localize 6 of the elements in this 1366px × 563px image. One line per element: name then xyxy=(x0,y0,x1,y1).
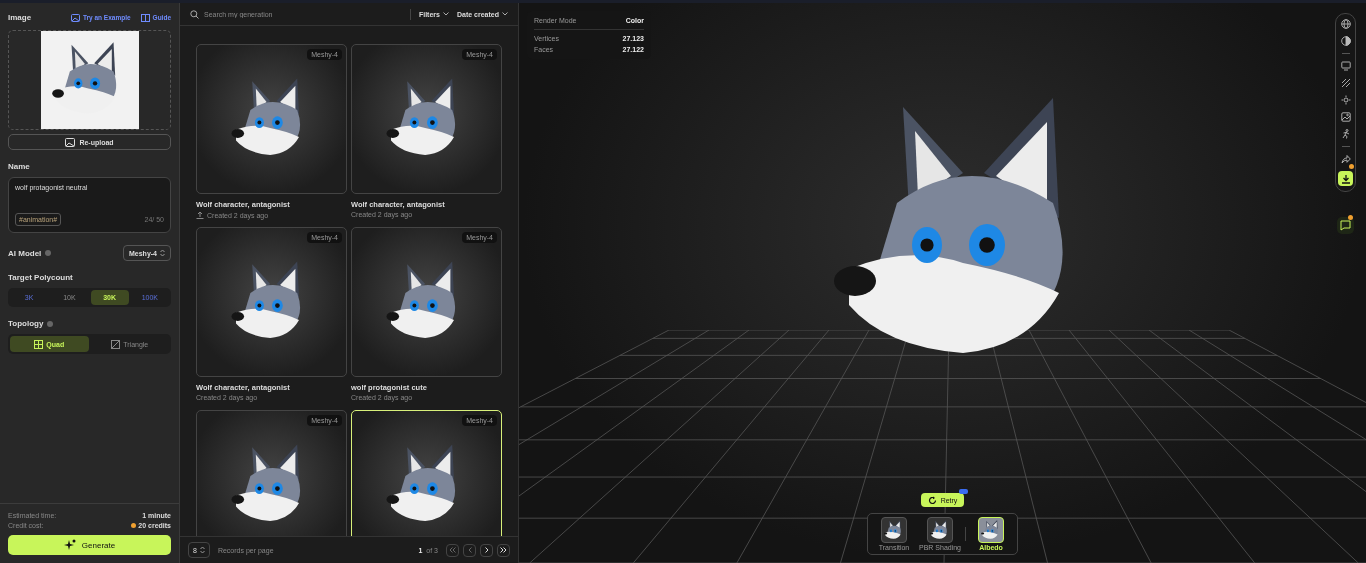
topology-label: Topology xyxy=(8,319,44,328)
polycount-label: Target Polycount xyxy=(8,273,74,282)
name-label: Name xyxy=(8,162,31,171)
ai-model-label: AI Model xyxy=(8,248,42,258)
generate-button[interactable]: Generate xyxy=(8,535,171,555)
image-label: Image xyxy=(8,13,32,22)
